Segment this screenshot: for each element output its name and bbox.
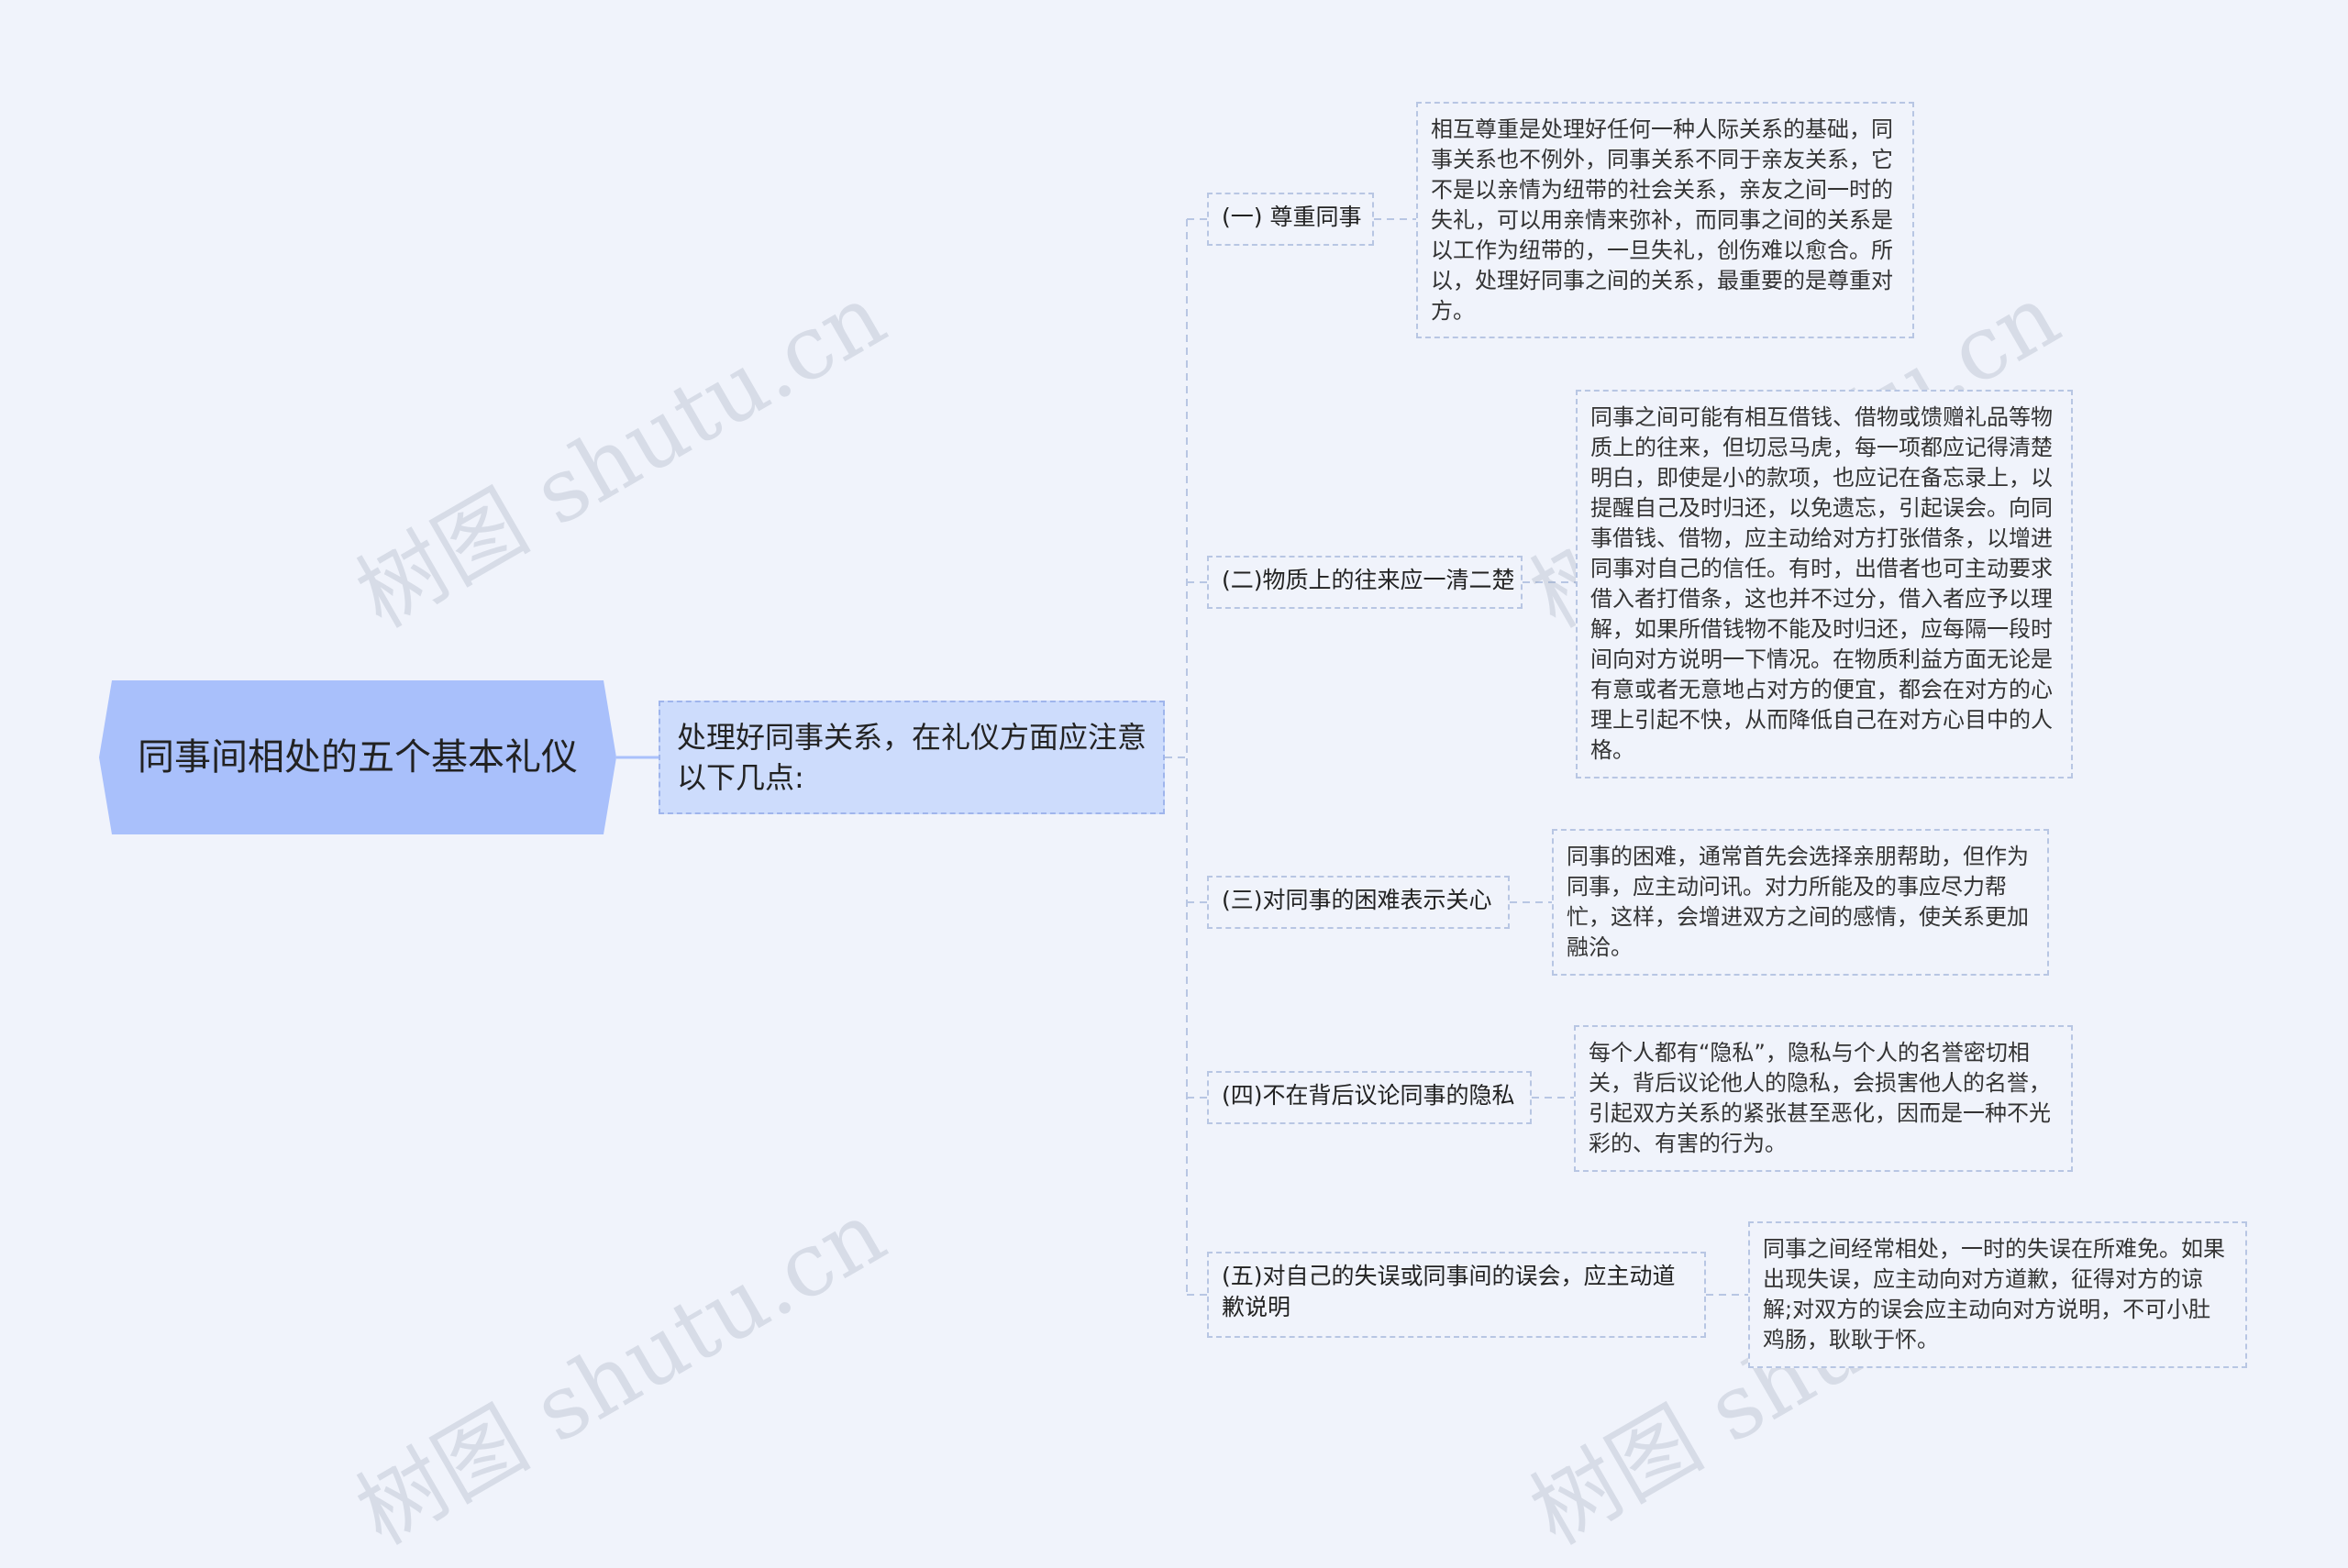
detail-text: 同事的困难，通常首先会选择亲朋帮助，但作为同事，应主动问讯。对力所能及的事应尽力… (1567, 844, 2029, 960)
detail-text: 相互尊重是处理好任何一种人际关系的基础，同事关系也不例外，同事关系不同于亲友关系… (1431, 116, 1893, 324)
root-topic-label: 同事间相处的五个基本礼仪 (138, 736, 578, 778)
branch-label: (五)对自己的失误或同事间的误会，应主动道歉说明 (1222, 1263, 1676, 1320)
detail-care[interactable]: 同事的困难，通常首先会选择亲朋帮助，但作为同事，应主动问讯。对力所能及的事应尽力… (1552, 829, 2049, 976)
branch-label: (二)物质上的往来应一清二楚 (1222, 567, 1515, 593)
branch-apology[interactable]: (五)对自己的失误或同事间的误会，应主动道歉说明 (1207, 1252, 1706, 1338)
branch-care[interactable]: (三)对同事的困难表示关心 (1207, 876, 1510, 929)
branch-respect[interactable]: (一) 尊重同事 (1207, 193, 1374, 246)
detail-apology[interactable]: 同事之间经常相处，一时的失误在所难免。如果出现失误，应主动向对方道歉，征得对方的… (1748, 1221, 2247, 1368)
branch-material[interactable]: (二)物质上的往来应一清二楚 (1207, 556, 1523, 609)
detail-text: 同事之间可能有相互借钱、借物或馈赠礼品等物质上的往来，但切忌马虎，每一项都应记得… (1590, 404, 2053, 763)
mind-map: 树图 shutu.cn 树图 shutu.cn 树图 shutu.cn 树图 s… (0, 0, 2348, 1564)
root-topic[interactable]: 同事间相处的五个基本礼仪 (99, 680, 616, 834)
branch-privacy[interactable]: (四)不在背后议论同事的隐私 (1207, 1071, 1532, 1124)
branch-label: (三)对同事的困难表示关心 (1222, 887, 1492, 913)
main-to-branches-line (1165, 218, 1207, 1296)
main-topic-label: 处理好同事关系，在礼仪方面应注意以下几点: (677, 720, 1147, 795)
detail-privacy[interactable]: 每个人都有“隐私”，隐私与个人的名誉密切相关，背后议论他人的隐私，会损害他人的名… (1574, 1025, 2073, 1172)
branch-label: (一) 尊重同事 (1222, 204, 1362, 230)
main-topic[interactable]: 处理好同事关系，在礼仪方面应注意以下几点: (659, 701, 1165, 814)
branch-label: (四)不在背后议论同事的隐私 (1222, 1082, 1515, 1109)
detail-material[interactable]: 同事之间可能有相互借钱、借物或馈赠礼品等物质上的往来，但切忌马虎，每一项都应记得… (1576, 390, 2073, 778)
detail-respect[interactable]: 相互尊重是处理好任何一种人际关系的基础，同事关系也不例外，同事关系不同于亲友关系… (1416, 102, 1914, 338)
detail-text: 每个人都有“隐私”，隐私与个人的名誉密切相关，背后议论他人的隐私，会损害他人的名… (1589, 1040, 2051, 1156)
detail-text: 同事之间经常相处，一时的失误在所难免。如果出现失误，应主动向对方道歉，征得对方的… (1763, 1236, 2225, 1353)
